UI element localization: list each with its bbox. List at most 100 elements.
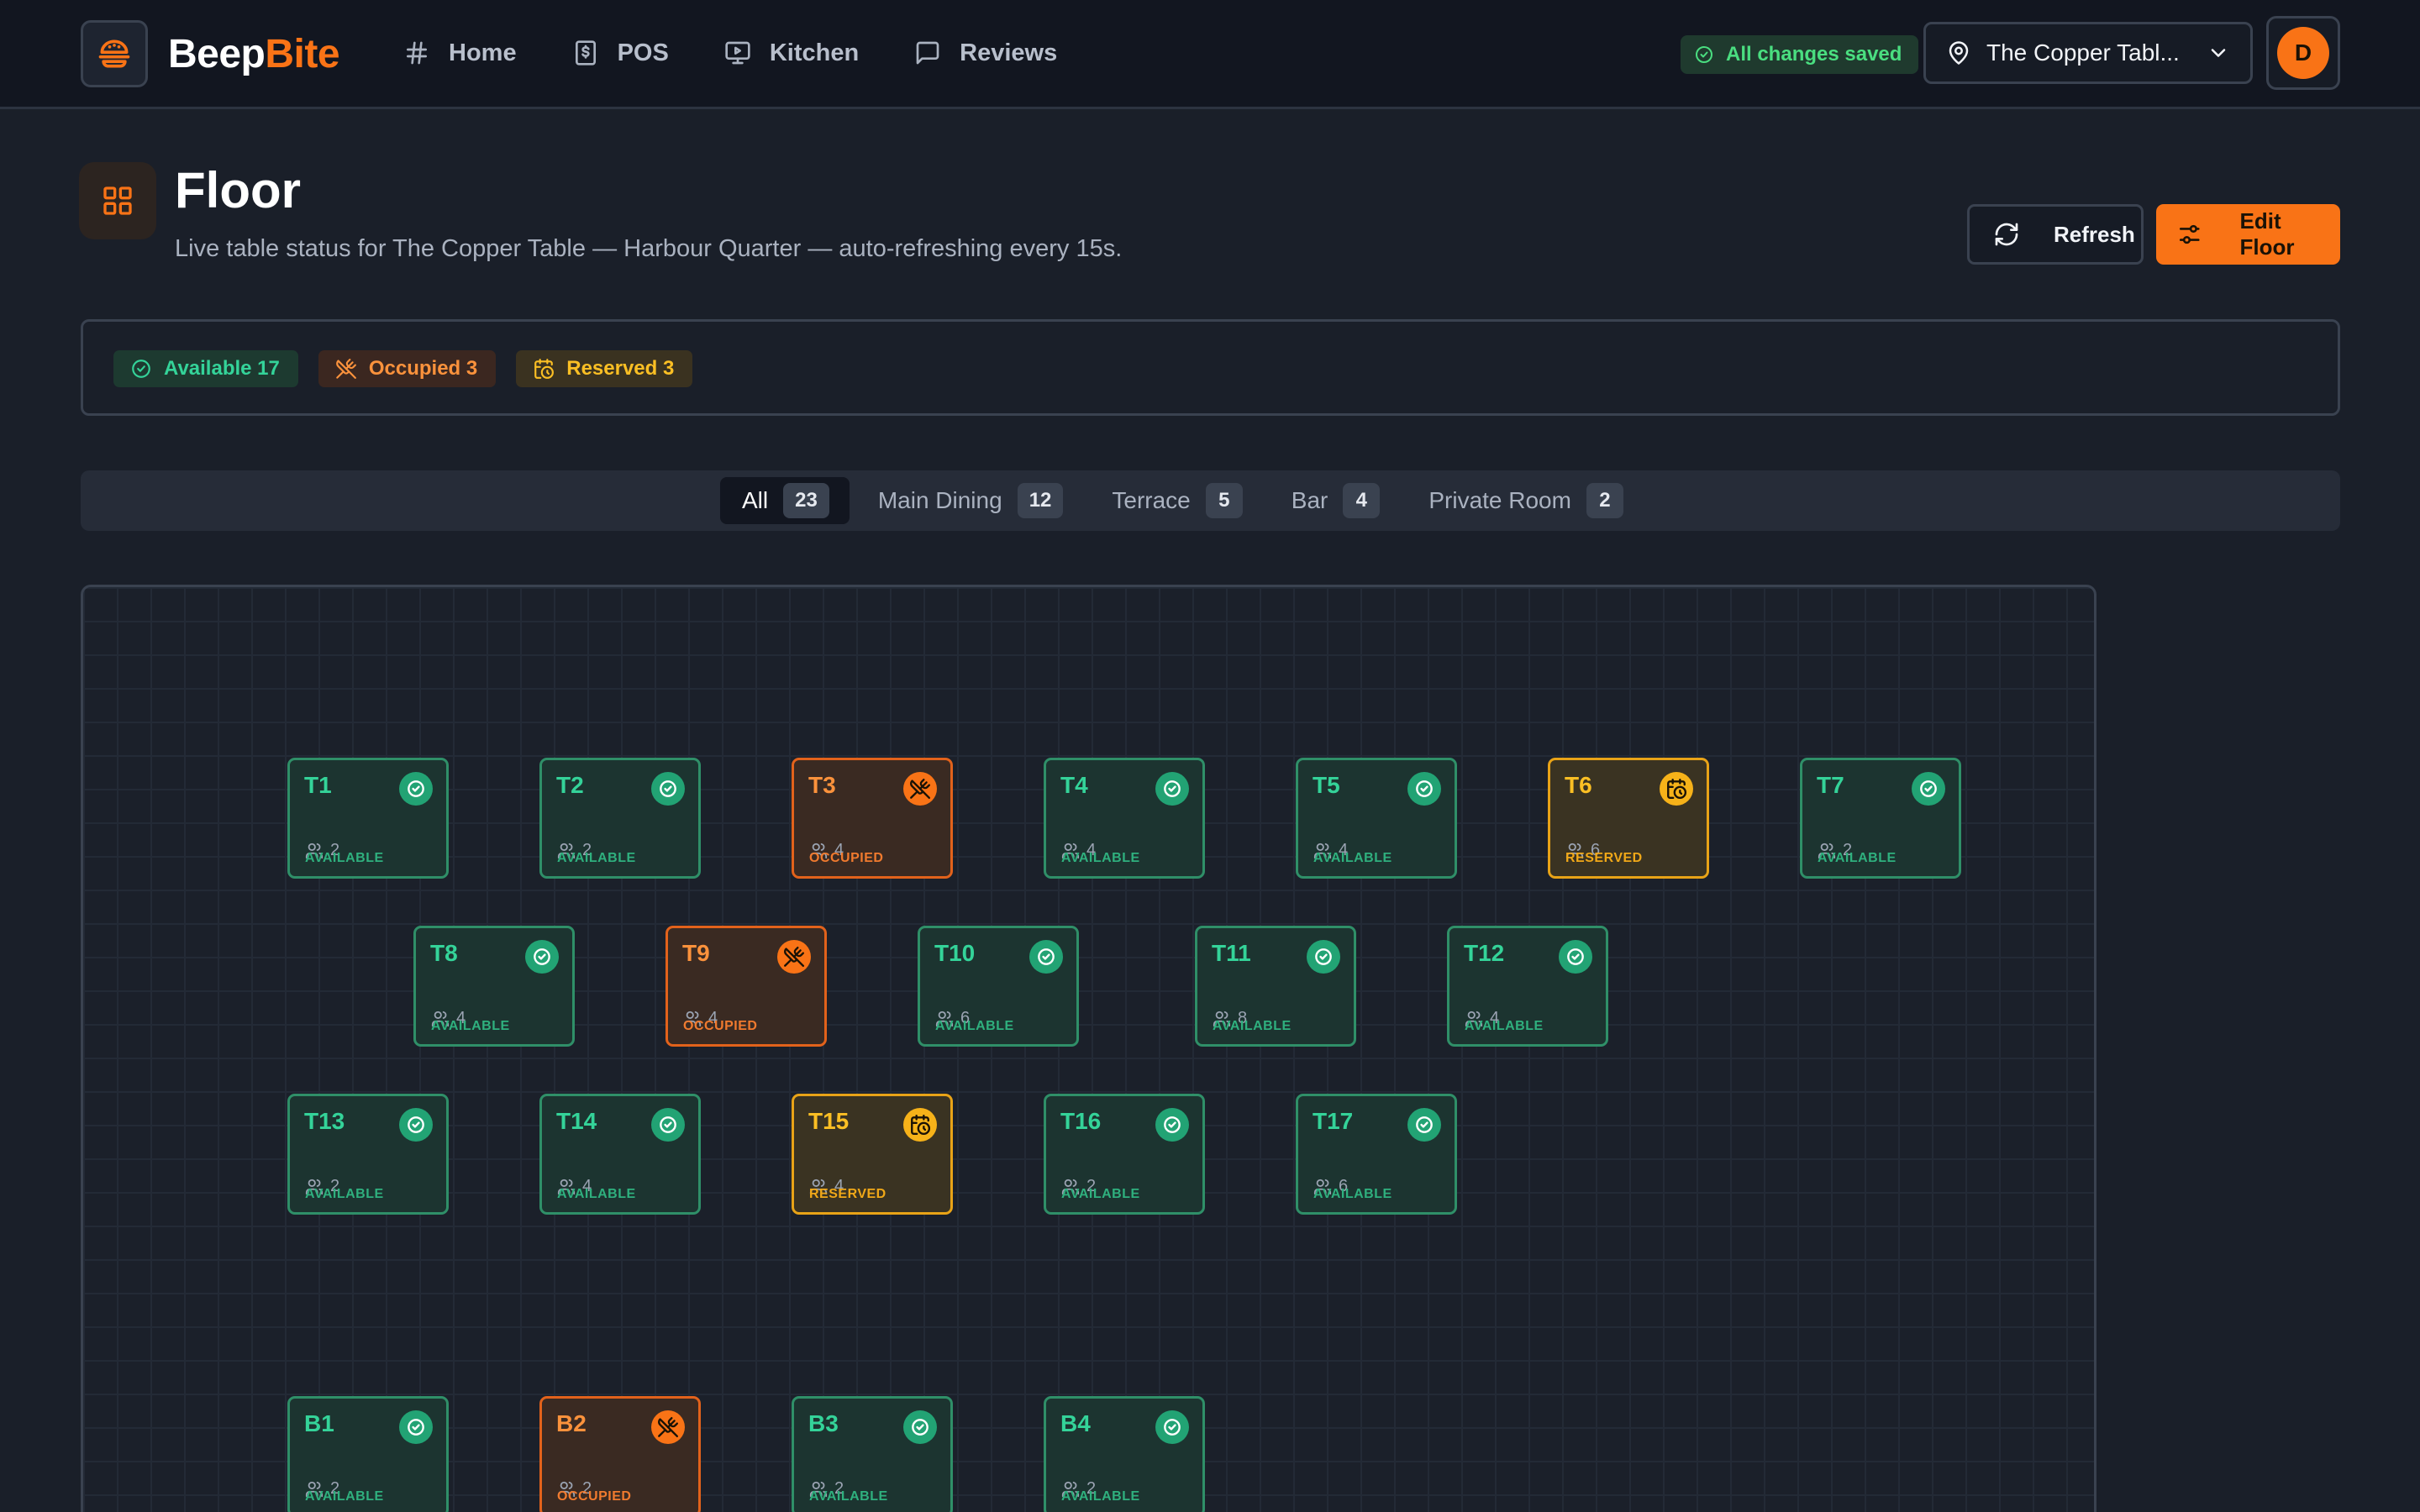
check-circle-icon	[1164, 1116, 1181, 1133]
zone-tabs-bar: All 23 Main Dining 12 Terrace 5 Bar 4 Pr…	[81, 470, 2340, 531]
table-name: T4	[1060, 772, 1088, 798]
tab-private-room[interactable]: Private Room 2	[1407, 477, 1644, 524]
tab-count: 12	[1017, 483, 1064, 518]
edit-floor-button[interactable]: Edit Floor	[2156, 204, 2340, 265]
calendar-clock-icon	[1667, 778, 1687, 800]
table-b3[interactable]: B3 2 AVAILABLE	[792, 1396, 953, 1512]
occupied-count-text: Occupied 3	[368, 357, 478, 380]
page-subtitle: Live table status for The Copper Table —…	[175, 235, 1123, 262]
tab-terrace[interactable]: Terrace 5	[1090, 477, 1262, 524]
table-t3[interactable]: T3 4 OCCUPIED	[792, 758, 953, 879]
table-b1[interactable]: B1 2 AVAILABLE	[287, 1396, 449, 1512]
check-circle-icon	[660, 780, 676, 797]
table-t16[interactable]: T16 2 AVAILABLE	[1044, 1094, 1205, 1215]
nav-item-pos[interactable]: POS	[572, 25, 697, 81]
table-name: T9	[682, 940, 710, 966]
table-t1[interactable]: T1 2 AVAILABLE	[287, 758, 449, 879]
table-status-icon	[1155, 772, 1189, 806]
tab-bar[interactable]: Bar 4	[1270, 477, 1401, 524]
avatar: D	[2277, 27, 2329, 79]
table-name: T6	[1565, 772, 1592, 798]
check-circle-icon	[408, 1116, 424, 1133]
status-legend: Available 17 Occupied 3 Reserved 3	[113, 350, 693, 387]
table-t7[interactable]: T7 2 AVAILABLE	[1800, 758, 1961, 879]
chevron-down-icon	[2211, 49, 2226, 57]
table-status-label: OCCUPIED	[683, 1019, 758, 1033]
table-t12[interactable]: T12 4 AVAILABLE	[1447, 926, 1608, 1047]
status-summary-panel: Available 17 Occupied 3 Reserved 3	[81, 319, 2340, 416]
utensils-crossed-icon	[910, 778, 931, 800]
check-circle-icon	[1696, 46, 1712, 63]
check-circle-icon	[1164, 1419, 1181, 1436]
table-t14[interactable]: T14 4 AVAILABLE	[539, 1094, 701, 1215]
nav-item-home[interactable]: Home	[403, 25, 545, 81]
table-t4[interactable]: T4 4 AVAILABLE	[1044, 758, 1205, 879]
table-status-icon	[399, 1108, 433, 1142]
table-status-label: AVAILABLE	[1061, 1187, 1140, 1201]
table-status-label: OCCUPIED	[809, 851, 884, 865]
table-t9[interactable]: T9 4 OCCUPIED	[666, 926, 827, 1047]
tab-label: Private Room	[1428, 487, 1571, 513]
tab-main-dining[interactable]: Main Dining 12	[856, 477, 1084, 524]
table-t6[interactable]: T6 6 RESERVED	[1548, 758, 1709, 879]
table-t2[interactable]: T2 2 AVAILABLE	[539, 758, 701, 879]
burger-logo-icon	[98, 39, 130, 68]
table-status-icon	[1407, 1108, 1441, 1142]
tab-label: All	[742, 487, 769, 513]
refresh-icon	[1995, 223, 2018, 246]
nav-label: Kitchen	[769, 39, 860, 66]
location-select[interactable]: The Copper Tabl...	[1923, 22, 2253, 84]
table-t5[interactable]: T5 4 AVAILABLE	[1296, 758, 1457, 879]
table-name: T1	[304, 772, 332, 798]
check-circle-icon	[408, 1419, 424, 1436]
tab-all[interactable]: All 23	[720, 477, 850, 524]
tab-label: Main Dining	[877, 487, 1002, 513]
table-name: B2	[556, 1410, 587, 1436]
map-pin-icon	[1949, 41, 1969, 65]
available-count-badge: Available 17	[113, 350, 298, 387]
table-t10[interactable]: T10 6 AVAILABLE	[918, 926, 1079, 1047]
check-circle-icon	[1164, 780, 1181, 797]
nav-item-reviews[interactable]: Reviews	[914, 25, 1086, 81]
table-name: T7	[1817, 772, 1844, 798]
table-status-icon	[651, 772, 685, 806]
table-status-label: AVAILABLE	[1818, 851, 1897, 865]
table-status-icon	[1559, 940, 1592, 974]
available-count-text: Available 17	[164, 357, 280, 380]
table-status-label: RESERVED	[809, 1187, 886, 1201]
table-t13[interactable]: T13 2 AVAILABLE	[287, 1094, 449, 1215]
table-name: T8	[430, 940, 458, 966]
table-status-label: RESERVED	[1565, 851, 1643, 865]
logo[interactable]	[81, 20, 148, 87]
table-status-icon	[1407, 772, 1441, 806]
page-title: Floor	[175, 162, 301, 218]
table-name: T2	[556, 772, 584, 798]
brand-part-1: Beep	[168, 32, 266, 76]
table-status-label: AVAILABLE	[1061, 1489, 1140, 1504]
check-circle-icon	[912, 1419, 929, 1436]
brand-name: BeepBite	[168, 25, 340, 84]
utensils-crossed-icon	[336, 359, 356, 379]
table-status-icon	[399, 1410, 433, 1444]
table-status-label: AVAILABLE	[305, 851, 384, 865]
nav-item-kitchen[interactable]: Kitchen	[724, 25, 887, 81]
table-status-icon	[903, 772, 937, 806]
refresh-button[interactable]: Refresh	[1967, 204, 2144, 265]
user-menu-button[interactable]: D	[2266, 16, 2340, 90]
table-t15[interactable]: T15 4 RESERVED	[792, 1094, 953, 1215]
check-circle-icon	[1567, 948, 1584, 965]
table-t11[interactable]: T11 8 AVAILABLE	[1195, 926, 1356, 1047]
check-circle-icon	[132, 360, 150, 378]
table-b4[interactable]: B4 2 AVAILABLE	[1044, 1396, 1205, 1512]
table-b2[interactable]: B2 2 OCCUPIED	[539, 1396, 701, 1512]
check-circle-icon	[534, 948, 550, 965]
table-t8[interactable]: T8 4 AVAILABLE	[413, 926, 575, 1047]
table-name: T13	[304, 1108, 345, 1134]
save-status-badge: All changes saved	[1681, 35, 1919, 74]
table-status-label: AVAILABLE	[557, 1187, 636, 1201]
table-name: T17	[1313, 1108, 1354, 1134]
table-t17[interactable]: T17 6 AVAILABLE	[1296, 1094, 1457, 1215]
layout-grid-icon	[103, 186, 132, 215]
table-name: T10	[934, 940, 976, 966]
table-status-label: AVAILABLE	[1465, 1019, 1544, 1033]
